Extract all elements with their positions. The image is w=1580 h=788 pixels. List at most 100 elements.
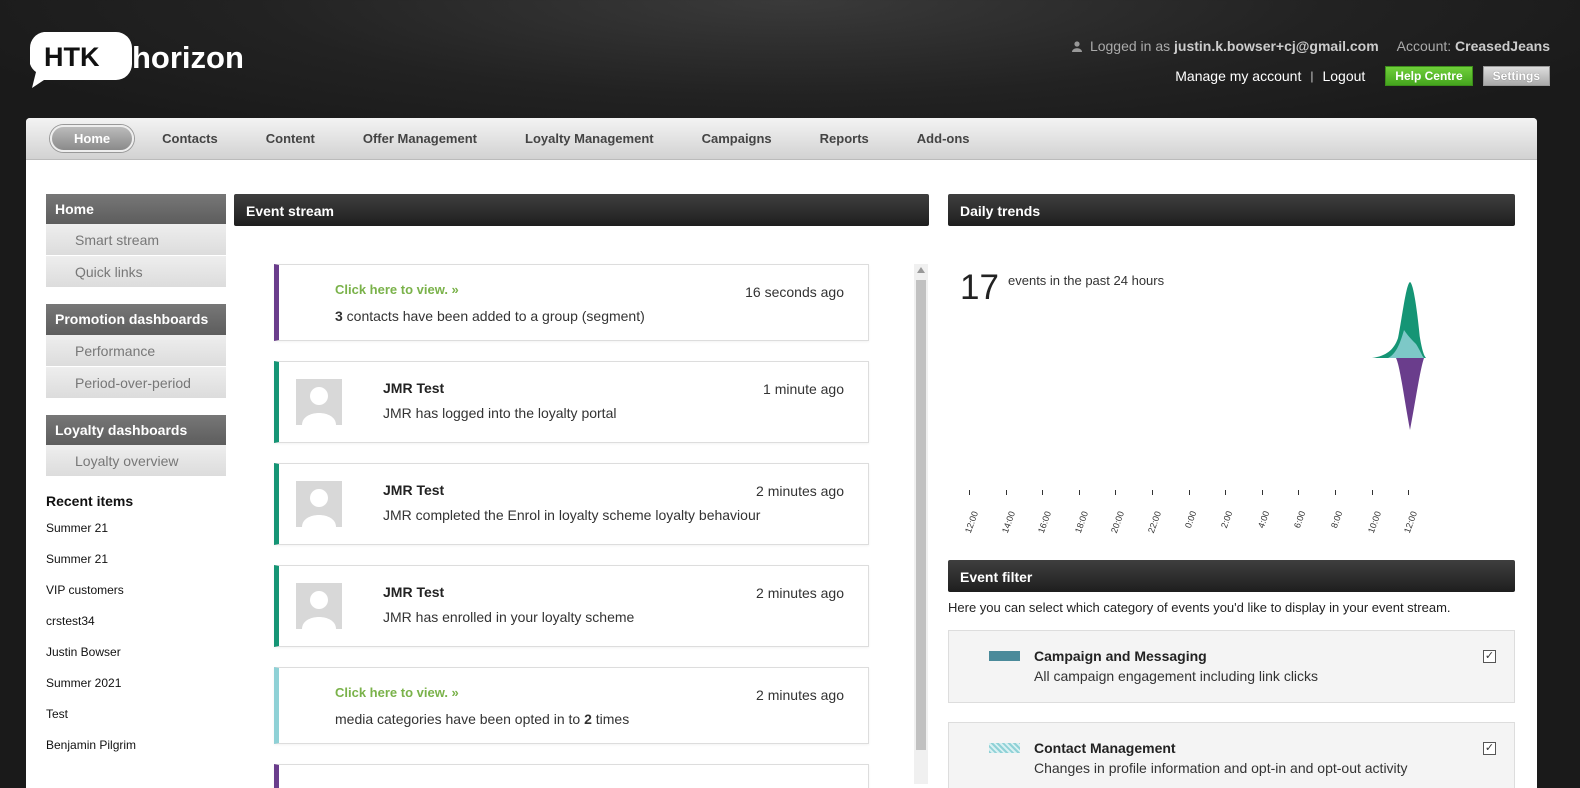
avatar: [296, 379, 342, 425]
sidebar-heading-loyalty-dashboards[interactable]: Loyalty dashboards: [46, 415, 226, 445]
sidebar-item-quick-links[interactable]: Quick links: [46, 256, 226, 288]
sidebar-heading-home[interactable]: Home: [46, 194, 226, 224]
event-text: media categories have been opted in to 2…: [335, 711, 629, 727]
logged-in-info: Logged in as justin.k.bowser+cj@gmail.co…: [1072, 38, 1379, 54]
logout-link[interactable]: Logout: [1322, 68, 1365, 84]
filter-name: Campaign and Messaging: [1034, 648, 1207, 664]
events-count: 17: [960, 268, 999, 307]
filter-checkbox[interactable]: ✓: [1483, 742, 1496, 755]
click-to-view-link[interactable]: Click here to view. »: [335, 282, 459, 297]
scroll-up-arrow-icon[interactable]: [917, 267, 925, 273]
x-axis-tick: [1408, 490, 1410, 495]
x-axis-label: 12:00: [1402, 509, 1420, 535]
contact-name[interactable]: JMR Test: [383, 584, 444, 600]
x-axis-tick: [1042, 490, 1044, 495]
filter-name: Contact Management: [1034, 740, 1176, 756]
x-axis-label: 10:00: [1365, 509, 1383, 535]
nav-reports[interactable]: Reports: [796, 131, 893, 146]
x-axis-tick: [1335, 490, 1336, 495]
sidebar-item-period-over-period[interactable]: Period-over-period: [46, 367, 226, 399]
nav-campaigns[interactable]: Campaigns: [678, 131, 796, 146]
event-time: 2 minutes ago: [756, 687, 844, 703]
x-axis-tick: [1225, 490, 1227, 495]
event-description: JMR completed the Enrol in loyalty schem…: [383, 507, 761, 523]
recent-item[interactable]: crstest34: [46, 614, 226, 645]
x-axis-label: 0:00: [1182, 509, 1198, 530]
contact-name[interactable]: JMR Test: [383, 482, 444, 498]
user-info: Logged in as justin.k.bowser+cj@gmail.co…: [1072, 38, 1550, 54]
avatar: [296, 583, 342, 629]
event-card: JMR Test 1 minute ago JMR has logged int…: [274, 361, 869, 443]
event-stream-scrollbar[interactable]: [914, 264, 928, 784]
contact-name[interactable]: JMR Test: [383, 380, 444, 396]
x-axis-tick: [1078, 490, 1080, 495]
account-name: CreasedJeans: [1455, 38, 1550, 54]
account-links: Manage my account | Logout Help Centre S…: [1175, 66, 1550, 86]
nav-loyalty-management[interactable]: Loyalty Management: [501, 131, 678, 146]
settings-button[interactable]: Settings: [1482, 66, 1550, 86]
nav-content[interactable]: Content: [242, 131, 339, 146]
event-count: 3: [335, 308, 343, 324]
event-card: [274, 764, 869, 788]
nav-add-ons[interactable]: Add-ons: [893, 131, 994, 146]
x-axis-tick: [1115, 490, 1117, 495]
recent-item[interactable]: Summer 2021: [46, 676, 226, 707]
x-axis-label: 22:00: [1146, 509, 1164, 535]
user-email: justin.k.bowser+cj@gmail.com: [1174, 38, 1379, 54]
recent-item[interactable]: VIP customers: [46, 583, 226, 614]
sidebar-item-performance[interactable]: Performance: [46, 335, 226, 367]
events-count-label: events in the past 24 hours: [1008, 273, 1165, 288]
event-time: 16 seconds ago: [745, 284, 844, 300]
account-info: Account: CreasedJeans: [1397, 38, 1550, 54]
sidebar-heading-promotion-dashboards[interactable]: Promotion dashboards: [46, 304, 226, 335]
event-description: JMR has enrolled in your loyalty scheme: [383, 609, 635, 625]
x-axis-tick: [1261, 490, 1263, 495]
event-stream-header: Event stream: [234, 194, 929, 226]
event-count: 2: [584, 711, 592, 727]
event-filter-header: Event filter: [948, 560, 1515, 592]
event-time: 2 minutes ago: [756, 585, 844, 601]
x-axis-label: 18:00: [1072, 509, 1090, 535]
event-card: JMR Test 2 minutes ago JMR has enrolled …: [274, 565, 869, 647]
recent-item[interactable]: Test: [46, 707, 226, 738]
filter-color-swatch: [989, 743, 1020, 753]
htk-horizon-logo[interactable]: HTK horizon: [29, 28, 260, 90]
recent-item[interactable]: Benjamin Pilgrim: [46, 738, 226, 769]
x-axis-tick: [1152, 490, 1153, 495]
default-avatar-icon: [302, 591, 336, 629]
x-axis-tick: [1188, 490, 1190, 495]
recent-items-title: Recent items: [46, 493, 134, 509]
event-stream-list: Click here to view. » 16 seconds ago 3 c…: [274, 264, 869, 788]
event-description-end: times: [591, 711, 630, 727]
x-axis-label: 14:00: [999, 509, 1017, 535]
default-avatar-icon: [302, 489, 336, 527]
event-description: JMR has logged into the loyalty portal: [383, 405, 617, 421]
nav-home[interactable]: Home: [50, 125, 135, 152]
sidebar: Home Smart stream Quick links Promotion …: [46, 194, 226, 769]
event-filter-intro: Here you can select which category of ev…: [948, 600, 1451, 615]
daily-trends-stream-chart: [1372, 282, 1426, 430]
logged-in-prefix: Logged in as: [1089, 38, 1171, 54]
x-axis-label: 4:00: [1255, 509, 1272, 530]
event-time: 2 minutes ago: [756, 483, 844, 499]
recent-item[interactable]: Summer 21: [46, 552, 226, 583]
sidebar-item-smart-stream[interactable]: Smart stream: [46, 224, 226, 256]
nav-contacts[interactable]: Contacts: [138, 131, 242, 146]
scroll-thumb[interactable]: [916, 280, 926, 750]
click-to-view-link[interactable]: Click here to view. »: [335, 685, 459, 700]
manage-account-link[interactable]: Manage my account: [1175, 68, 1301, 84]
recent-item[interactable]: Justin Bowser: [46, 645, 226, 676]
nav-offer-management[interactable]: Offer Management: [339, 131, 501, 146]
recent-item[interactable]: Summer 21: [46, 521, 226, 552]
filter-checkbox[interactable]: ✓: [1483, 650, 1496, 663]
sidebar-item-loyalty-overview[interactable]: Loyalty overview: [46, 445, 226, 477]
default-avatar-icon: [302, 387, 336, 425]
x-axis-label: 12:00: [963, 509, 981, 535]
x-axis-label: 20:00: [1109, 509, 1127, 535]
event-card: JMR Test 2 minutes ago JMR completed the…: [274, 463, 869, 545]
filter-color-swatch: [989, 651, 1020, 661]
event-card: Click here to view. » 2 minutes ago medi…: [274, 667, 869, 744]
trend-area-bottom: [1396, 358, 1424, 430]
sidebar-group-loyalty: Loyalty dashboards Loyalty overview: [46, 415, 226, 477]
help-centre-button[interactable]: Help Centre: [1385, 66, 1473, 86]
